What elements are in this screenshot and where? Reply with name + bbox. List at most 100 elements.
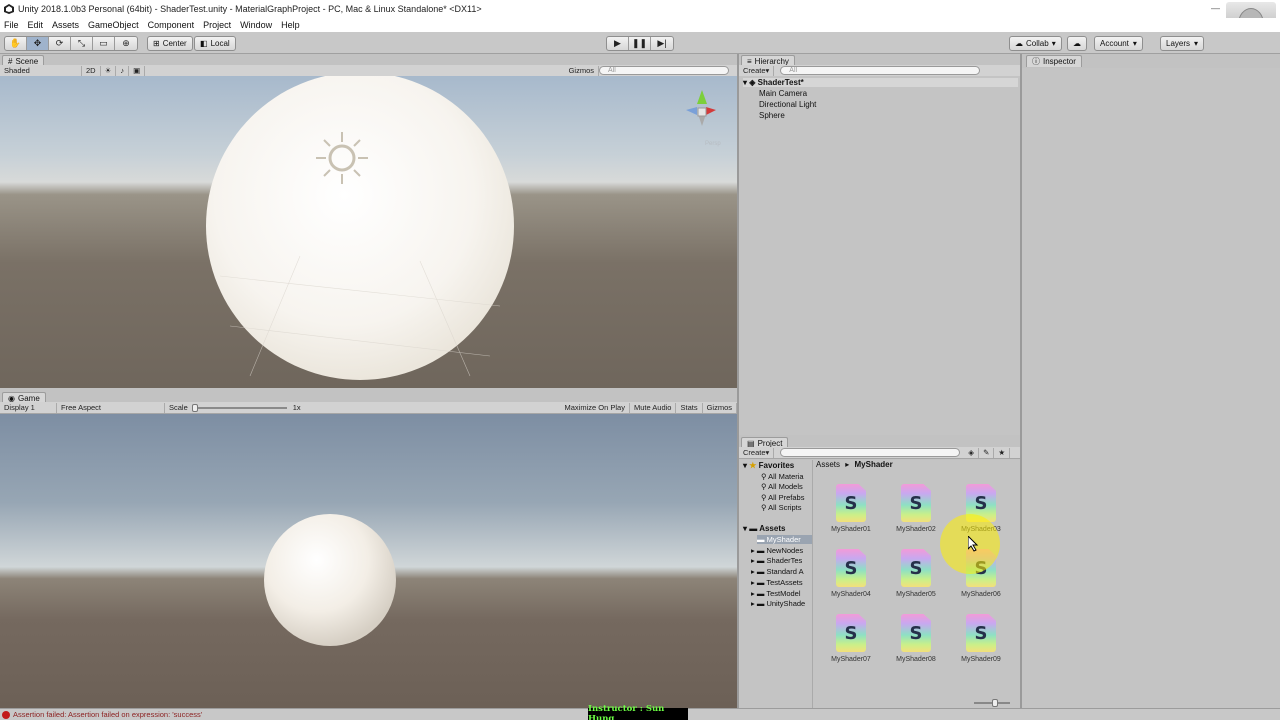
menu-gameobject[interactable]: GameObject <box>88 20 139 30</box>
game-sphere <box>264 514 396 646</box>
pause-icon[interactable]: ❚❚ <box>629 37 651 50</box>
asset-shader[interactable]: S MyShader08 <box>886 614 946 670</box>
scene-search-input[interactable]: All <box>599 66 729 75</box>
menu-help[interactable]: Help <box>281 20 300 30</box>
expand-arrow-icon: ▸ <box>751 567 755 576</box>
breadcrumb-item[interactable]: MyShader <box>855 460 893 469</box>
folder-item[interactable]: ▸ ▬ TestModel <box>751 589 801 598</box>
expand-arrow-icon: ▾ <box>743 461 748 470</box>
favorites-header[interactable]: ▾ ★ Favorites <box>743 461 794 470</box>
expand-arrow-icon: ▸ <box>751 546 755 555</box>
asset-shader[interactable]: S MyShader04 <box>821 549 881 605</box>
hierarchy-item[interactable]: Sphere <box>759 111 785 120</box>
panel-splitter[interactable] <box>737 54 739 708</box>
folder-item[interactable]: ▸ ▬ ShaderTes <box>751 556 802 565</box>
hand-tool-icon[interactable]: ✋ <box>5 37 27 50</box>
pivot-center-button[interactable]: ⊞ Center <box>147 36 193 51</box>
favorite-item[interactable]: ⚲ All Materia <box>761 472 804 481</box>
layers-button[interactable]: Layers ▾ <box>1160 36 1205 51</box>
folder-icon: ▬ <box>756 599 765 608</box>
rotate-tool-icon[interactable]: ⟳ <box>49 37 71 50</box>
unity-logo-icon <box>4 4 14 14</box>
effects-toggle-icon[interactable]: ▣ <box>129 65 146 76</box>
tab-inspector[interactable]: ⓘ Inspector <box>1026 55 1082 67</box>
display-dropdown[interactable]: Display 1 <box>0 402 57 413</box>
cloud-icon: ☁ <box>1073 39 1081 48</box>
game-toolbar: Display 1 Free Aspect Scale 1x Maximize … <box>0 402 737 414</box>
step-icon[interactable]: ▶| <box>651 37 673 50</box>
aspect-dropdown[interactable]: Free Aspect <box>57 402 165 413</box>
2d-toggle[interactable]: 2D <box>82 65 101 76</box>
hierarchy-scene-root[interactable]: ▾ ◈ ShaderTest* <box>743 78 1018 87</box>
search-icon: ⚲ <box>761 503 767 512</box>
hierarchy-item[interactable]: Main Camera <box>759 89 807 98</box>
move-tool-icon[interactable]: ✥ <box>27 37 49 50</box>
playback-controls: ▶ ❚❚ ▶| <box>606 36 674 51</box>
shading-mode-dropdown[interactable]: Shaded <box>0 65 82 76</box>
inspector-panel <box>1022 68 1280 708</box>
menu-file[interactable]: File <box>4 20 19 30</box>
transform-tool-icon[interactable]: ⊕ <box>115 37 137 50</box>
scene-orientation-gizmo[interactable] <box>686 90 716 126</box>
audio-toggle-icon[interactable]: ♪ <box>116 65 130 76</box>
maximize-on-play-toggle[interactable]: Maximize On Play <box>561 402 630 413</box>
asset-shader[interactable]: S MyShader02 <box>886 484 946 540</box>
folder-item[interactable]: ▸ ▬ NewNodes <box>751 546 803 555</box>
hierarchy-item[interactable]: Directional Light <box>759 100 816 109</box>
folder-item[interactable]: ▸ ▬ TestAssets <box>751 578 803 587</box>
scene-gizmos-dropdown[interactable]: Gizmos <box>565 65 599 76</box>
info-icon: ⓘ <box>1032 57 1040 66</box>
error-icon <box>2 710 10 719</box>
favorite-star-icon[interactable]: ★ <box>994 447 1011 458</box>
game-viewport[interactable] <box>0 414 737 708</box>
expand-arrow-icon: ▾ <box>743 78 748 87</box>
favorite-item[interactable]: ⚲ All Models <box>761 482 803 491</box>
scene-viewport[interactable]: Persp <box>0 76 737 388</box>
icon-size-slider[interactable] <box>974 699 1010 707</box>
shader-icon: S <box>966 614 996 652</box>
menu-window[interactable]: Window <box>240 20 272 30</box>
scale-tool-icon[interactable]: ⤡ <box>71 37 93 50</box>
project-create-button[interactable]: Create ▾ <box>739 447 775 458</box>
scale-slider[interactable]: Scale 1x <box>165 403 305 413</box>
filter-label-icon[interactable]: ✎ <box>979 447 995 458</box>
menu-bar: File Edit Assets GameObject Component Pr… <box>0 18 1280 32</box>
folder-item[interactable]: ▸ ▬ UnityShade <box>751 599 805 608</box>
menu-component[interactable]: Component <box>148 20 195 30</box>
account-button[interactable]: Account ▾ <box>1094 36 1143 51</box>
menu-edit[interactable]: Edit <box>28 20 44 30</box>
collab-button[interactable]: ☁ Collab ▾ <box>1009 36 1062 51</box>
breadcrumb-item[interactable]: Assets <box>816 460 840 469</box>
stats-toggle[interactable]: Stats <box>676 402 703 413</box>
folder-item-myshader[interactable]: ▬ MyShader <box>757 535 812 544</box>
filter-type-icon[interactable]: ◈ <box>964 447 980 458</box>
transform-tools: ✋ ✥ ⟳ ⤡ ▭ ⊕ <box>4 36 138 51</box>
chevron-down-icon: ▾ <box>765 448 770 457</box>
folder-icon: ▬ <box>756 567 765 576</box>
asset-shader[interactable]: S MyShader05 <box>886 549 946 605</box>
asset-shader[interactable]: S MyShader07 <box>821 614 881 670</box>
expand-arrow-icon: ▸ <box>751 578 755 587</box>
rect-tool-icon[interactable]: ▭ <box>93 37 115 50</box>
minimize-icon[interactable]: — <box>1211 3 1220 13</box>
assets-header[interactable]: ▾ ▬ Assets <box>743 524 785 533</box>
hierarchy-create-button[interactable]: Create ▾ <box>739 65 775 76</box>
hierarchy-search-input[interactable]: All <box>780 66 981 75</box>
panel-splitter[interactable] <box>1020 54 1022 708</box>
asset-shader[interactable]: S MyShader09 <box>951 614 1011 670</box>
pivot-local-button[interactable]: ◧ Local <box>194 36 236 51</box>
favorite-item[interactable]: ⚲ All Prefabs <box>761 493 804 502</box>
menu-assets[interactable]: Assets <box>52 20 79 30</box>
chevron-down-icon: ▾ <box>1194 39 1199 48</box>
menu-project[interactable]: Project <box>203 20 231 30</box>
lighting-toggle-icon[interactable]: ☀ <box>101 65 117 76</box>
scene-sphere[interactable] <box>206 76 514 380</box>
mute-audio-toggle[interactable]: Mute Audio <box>630 402 677 413</box>
folder-item[interactable]: ▸ ▬ Standard A <box>751 567 804 576</box>
asset-shader[interactable]: S MyShader01 <box>821 484 881 540</box>
play-icon[interactable]: ▶ <box>607 37 629 50</box>
project-search-input[interactable] <box>780 448 961 457</box>
game-gizmos-dropdown[interactable]: Gizmos <box>703 402 737 413</box>
cloud-button[interactable]: ☁ <box>1067 36 1087 51</box>
favorite-item[interactable]: ⚲ All Scripts <box>761 503 802 512</box>
